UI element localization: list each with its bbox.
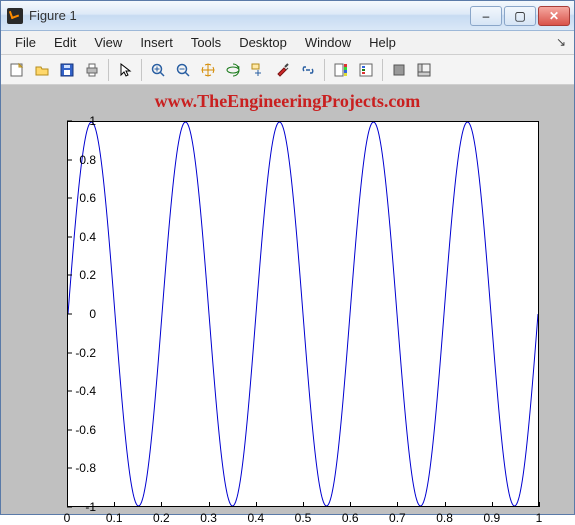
y-tick-label: 1 bbox=[56, 114, 96, 128]
rotate3d-icon[interactable] bbox=[221, 58, 245, 82]
menu-help[interactable]: Help bbox=[361, 32, 404, 53]
y-tick-label: 0.4 bbox=[56, 230, 96, 244]
plot-area: www.TheEngineeringProjects.com -1 -0.8 -0.… bbox=[1, 85, 574, 514]
zoom-in-icon[interactable] bbox=[146, 58, 170, 82]
y-tick-label: 0.8 bbox=[56, 153, 96, 167]
y-tick-label: -0.4 bbox=[56, 384, 96, 398]
dock-arrow-icon[interactable]: ↘ bbox=[556, 35, 566, 49]
legend-icon[interactable] bbox=[354, 58, 378, 82]
minimize-icon: – bbox=[483, 9, 490, 23]
maximize-button[interactable]: ▢ bbox=[504, 6, 536, 26]
menu-file[interactable]: File bbox=[7, 32, 44, 53]
menubar: File Edit View Insert Tools Desktop Wind… bbox=[1, 31, 574, 55]
show-plot-tools-icon[interactable] bbox=[412, 58, 436, 82]
open-icon[interactable] bbox=[30, 58, 54, 82]
toolbar-separator bbox=[324, 59, 325, 81]
figure-window: Figure 1 – ▢ ✕ File Edit View Insert Too… bbox=[0, 0, 575, 515]
colorbar-icon[interactable] bbox=[329, 58, 353, 82]
overlay-watermark: www.TheEngineeringProjects.com bbox=[1, 91, 574, 112]
x-tick-label: 1 bbox=[536, 511, 543, 525]
y-tick-label: -0.8 bbox=[56, 461, 96, 475]
window-title: Figure 1 bbox=[29, 8, 470, 23]
save-icon[interactable] bbox=[55, 58, 79, 82]
x-tick-label: 0.8 bbox=[436, 511, 453, 525]
menu-edit[interactable]: Edit bbox=[46, 32, 84, 53]
link-icon[interactable] bbox=[296, 58, 320, 82]
hide-plot-tools-icon[interactable] bbox=[387, 58, 411, 82]
x-tick-label: 0.1 bbox=[106, 511, 123, 525]
x-tick-label: 0.4 bbox=[247, 511, 264, 525]
close-button[interactable]: ✕ bbox=[538, 6, 570, 26]
close-icon: ✕ bbox=[549, 9, 559, 23]
x-tick-label: 0.6 bbox=[342, 511, 359, 525]
maximize-icon: ▢ bbox=[514, 9, 525, 23]
x-tick-label: 0.7 bbox=[389, 511, 406, 525]
matlab-app-icon bbox=[7, 8, 23, 24]
toolbar bbox=[1, 55, 574, 85]
y-tick-label: 0.6 bbox=[56, 191, 96, 205]
data-cursor-icon[interactable] bbox=[246, 58, 270, 82]
toolbar-separator bbox=[382, 59, 383, 81]
menu-insert[interactable]: Insert bbox=[132, 32, 181, 53]
toolbar-separator bbox=[108, 59, 109, 81]
print-icon[interactable] bbox=[80, 58, 104, 82]
y-tick-label: 0 bbox=[56, 307, 96, 321]
toolbar-separator bbox=[141, 59, 142, 81]
menu-view[interactable]: View bbox=[86, 32, 130, 53]
x-tick-label: 0 bbox=[64, 511, 71, 525]
window-controls: – ▢ ✕ bbox=[470, 6, 570, 26]
y-tick-label: -0.6 bbox=[56, 423, 96, 437]
x-tick-label: 0.2 bbox=[153, 511, 170, 525]
axes[interactable] bbox=[67, 121, 539, 507]
y-tick-label: 0.2 bbox=[56, 268, 96, 282]
brush-icon[interactable] bbox=[271, 58, 295, 82]
x-tick-label: 0.3 bbox=[200, 511, 217, 525]
line-plot bbox=[68, 122, 538, 506]
menu-tools[interactable]: Tools bbox=[183, 32, 229, 53]
y-tick-label: -1 bbox=[56, 500, 96, 514]
titlebar[interactable]: Figure 1 – ▢ ✕ bbox=[1, 1, 574, 31]
menu-desktop[interactable]: Desktop bbox=[231, 32, 295, 53]
new-figure-icon[interactable] bbox=[5, 58, 29, 82]
pan-icon[interactable] bbox=[196, 58, 220, 82]
y-tick-label: -0.2 bbox=[56, 346, 96, 360]
zoom-out-icon[interactable] bbox=[171, 58, 195, 82]
x-tick-label: 0.9 bbox=[483, 511, 500, 525]
x-tick-label: 0.5 bbox=[295, 511, 312, 525]
pointer-icon[interactable] bbox=[113, 58, 137, 82]
menu-window[interactable]: Window bbox=[297, 32, 359, 53]
minimize-button[interactable]: – bbox=[470, 6, 502, 26]
